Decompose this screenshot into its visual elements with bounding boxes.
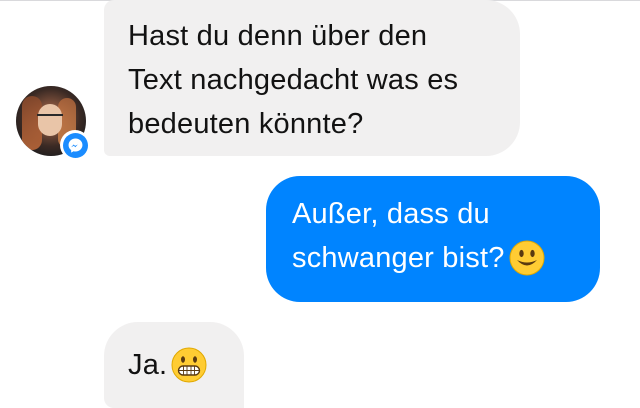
messenger-badge: [60, 130, 90, 160]
message-text-line: Ja.: [128, 343, 244, 396]
grinning-face-emoji: [171, 347, 207, 396]
message-bubble-outgoing[interactable]: Außer, dass du schwanger bist?: [266, 176, 600, 302]
message-text-line: Außer, dass du: [292, 198, 490, 230]
message-bubble-incoming[interactable]: Ja.: [104, 322, 244, 408]
avatar-glasses: [37, 114, 63, 124]
messenger-icon: [62, 132, 88, 158]
message-text-line: Text nachgedacht was es: [128, 64, 459, 96]
message-text-line: schwanger bist?: [292, 236, 600, 289]
smiling-face-emoji: [509, 240, 545, 289]
message-text-line: schwanger bist?: [292, 242, 505, 274]
message-bubble-incoming[interactable]: Hast du denn über den Text nachgedacht w…: [104, 0, 520, 156]
message-text-line: Ja.: [128, 349, 168, 381]
message-text-line: Hast du denn über den: [128, 20, 428, 52]
message-text-line: bedeuten könnte?: [128, 108, 364, 140]
